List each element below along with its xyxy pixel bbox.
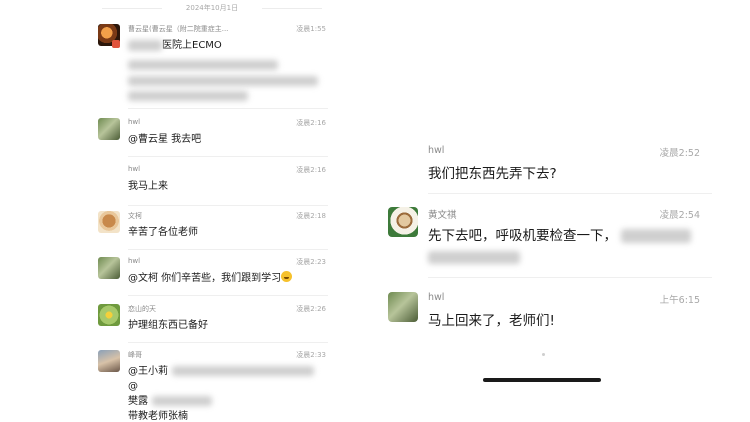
chat-message[interactable]: hwl 凌晨2:52 我们把东西先弄下去? [376, 145, 712, 195]
redacted-block [128, 39, 162, 51]
divider [128, 342, 328, 343]
message-time: 凌晨2:52 [659, 148, 700, 159]
avatar[interactable] [98, 350, 120, 372]
message-time: 凌晨2:16 [296, 166, 326, 174]
sender-name: 曹云星(曹云星（附二院重症主... [128, 25, 229, 33]
message-text: 马上回来了，老师们! [428, 313, 555, 329]
sender-name: 恋山的天 [128, 305, 156, 313]
message-text: 护理组东西已备好 [128, 320, 208, 331]
divider [128, 249, 328, 250]
message-text: 我们把东西先弄下去? [428, 166, 557, 182]
chat-message[interactable]: hwl 凌晨2:23 @文柯 你们辛苦些，我们跟到学习 [92, 257, 332, 297]
avatar[interactable] [98, 211, 120, 233]
redacted-block [152, 396, 212, 406]
home-indicator[interactable] [483, 378, 601, 382]
right-chat-screenshot: hwl 凌晨2:52 我们把东西先弄下去? 黄文祺 凌晨2:54 先下去吧，呼吸… [376, 0, 712, 422]
scroll-indicator [542, 353, 545, 356]
chat-message[interactable]: 恋山的天 凌晨2:26 护理组东西已备好 [92, 304, 332, 344]
chat-message[interactable]: hwl 凌晨2:16 我马上来 [92, 165, 332, 206]
date-separator: 2024年10月1日 [92, 3, 332, 13]
left-chat-screenshot: 2024年10月1日 曹云星(曹云星（附二院重症主... 凌晨1:55 医院上E… [92, 0, 334, 422]
sender-name: 峰哥 [128, 351, 142, 359]
divider [428, 277, 712, 278]
message-text: 我马上来 [128, 181, 168, 192]
divider [128, 205, 328, 206]
avatar[interactable] [388, 292, 418, 322]
message-text: @王小莉@ 樊露 带教老师张楠 [128, 364, 324, 422]
sender-name: 黄文祺 [428, 210, 457, 221]
redacted-block [128, 60, 278, 70]
chat-message[interactable]: 黄文祺 凌晨2:54 先下去吧，呼吸机要检查一下， [376, 207, 712, 279]
avatar[interactable] [98, 304, 120, 326]
message-time: 凌晨2:23 [296, 258, 326, 266]
message-text: 医院上ECMO [128, 38, 324, 53]
redacted-block [128, 76, 318, 86]
badge-icon [112, 40, 120, 48]
redacted-block [428, 251, 520, 264]
sender-name: hwl [428, 292, 445, 303]
message-time: 凌晨2:26 [296, 305, 326, 313]
message-text: @文柯 你们辛苦些，我们跟到学习 [128, 271, 324, 286]
avatar[interactable] [98, 118, 120, 140]
redacted-block [128, 91, 248, 101]
chat-message[interactable]: hwl 凌晨2:16 @曹云星 我去吧 [92, 118, 332, 158]
sender-name: hwl [128, 118, 141, 126]
divider [428, 193, 712, 194]
avatar[interactable] [98, 257, 120, 279]
sender-name: hwl [128, 257, 141, 265]
divider [128, 295, 328, 296]
chat-message[interactable]: 文柯 凌晨2:18 辛苦了各位老师 [92, 211, 332, 251]
sender-name: hwl [428, 145, 445, 156]
chat-message[interactable]: hwl 上午6:15 马上回来了，老师们! [376, 292, 712, 342]
message-text: @曹云星 我去吧 [128, 134, 202, 145]
sender-name: 文柯 [128, 212, 142, 220]
message-time: 凌晨1:55 [296, 25, 326, 33]
divider [128, 108, 328, 109]
message-time: 上午6:15 [659, 295, 700, 306]
message-text: 辛苦了各位老师 [128, 227, 198, 238]
redacted-block [172, 366, 314, 376]
divider [128, 156, 328, 157]
message-time: 凌晨2:18 [296, 212, 326, 220]
grin-emoji-icon [281, 271, 293, 282]
redacted-block [621, 229, 691, 243]
sender-name: hwl [128, 165, 141, 173]
avatar[interactable] [388, 207, 418, 237]
chat-message[interactable]: 曹云星(曹云星（附二院重症主... 凌晨1:55 医院上ECMO [92, 24, 332, 110]
message-time: 凌晨2:54 [659, 210, 700, 221]
message-text: 先下去吧，呼吸机要检查一下， [428, 225, 698, 247]
chat-message[interactable]: 峰哥 凌晨2:33 @王小莉@ 樊露 带教老师张楠 [92, 350, 332, 422]
message-time: 凌晨2:16 [296, 119, 326, 127]
message-time: 凌晨2:33 [296, 351, 326, 359]
